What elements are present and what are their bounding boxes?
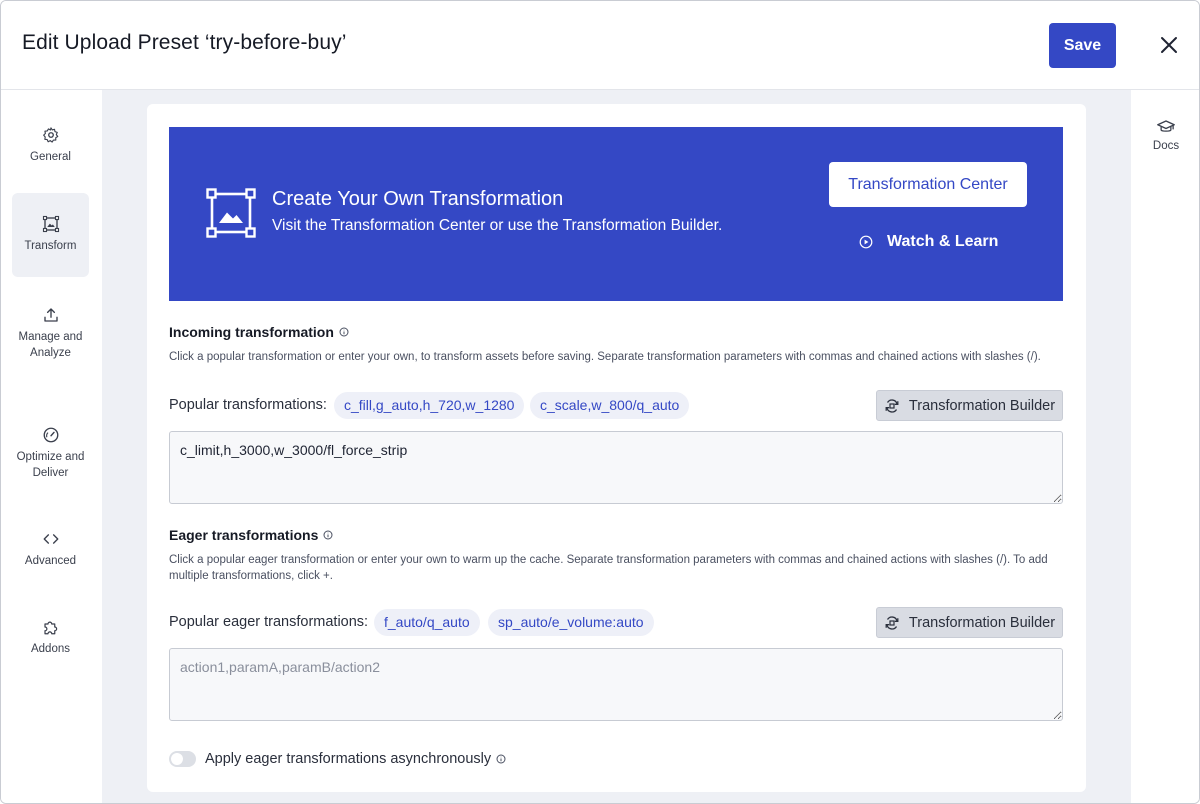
- sidebar-item-label: Manage and Analyze: [18, 331, 83, 359]
- gear-icon: [42, 127, 58, 143]
- eager-transformation-builder-button[interactable]: Transformation Builder: [876, 607, 1063, 638]
- async-toggle-label: Apply eager transformations asynchronous…: [205, 751, 492, 767]
- code-icon: [43, 534, 58, 544]
- puzzle-icon: [43, 621, 57, 635]
- eager-chip[interactable]: f_auto/q_auto: [374, 609, 480, 636]
- docs-link[interactable]: Docs: [1131, 119, 1199, 152]
- image-frame-icon: [206, 188, 256, 238]
- watch-learn-link[interactable]: Watch & Learn: [859, 233, 998, 251]
- sidebar-item-addons[interactable]: Addons: [12, 618, 89, 656]
- transformation-chip[interactable]: c_fill,g_auto,h_720,w_1280: [334, 392, 525, 419]
- sidebar-item-advanced[interactable]: Advanced: [12, 530, 89, 568]
- transformation-center-button[interactable]: Transformation Center: [829, 162, 1027, 207]
- sidebar: General Transform Manage and Analyze Opt…: [1, 90, 102, 803]
- play-circle-icon: [859, 235, 873, 249]
- gauge-icon: [43, 427, 58, 443]
- builder-icon: [885, 615, 899, 630]
- right-rail: Docs: [1131, 90, 1199, 803]
- page-title: Edit Upload Preset ‘try-before-buy’: [22, 31, 347, 54]
- sidebar-item-manage-analyze[interactable]: Manage and Analyze: [12, 306, 89, 376]
- info-icon[interactable]: [323, 530, 333, 540]
- transformation-banner: [169, 127, 1063, 301]
- save-button[interactable]: Save: [1049, 23, 1116, 68]
- sidebar-item-general[interactable]: General: [12, 126, 89, 170]
- sidebar-item-transform[interactable]: Transform: [12, 193, 89, 277]
- incoming-title-text: Incoming transformation: [169, 324, 334, 340]
- sidebar-item-label: Addons: [30, 643, 70, 655]
- docs-label: Docs: [1152, 140, 1180, 152]
- builder-icon: [885, 398, 899, 413]
- info-icon[interactable]: [496, 754, 506, 764]
- eager-title-text: Eager transformations: [169, 527, 319, 543]
- banner-subtitle: Visit the Transformation Center or use t…: [272, 217, 723, 234]
- watch-learn-label: Watch & Learn: [887, 233, 999, 250]
- eager-title: Eager transformations: [169, 527, 333, 543]
- transformation-builder-button[interactable]: Transformation Builder: [876, 390, 1063, 421]
- popular-eager-label: Popular eager transformations:: [169, 614, 369, 630]
- upload-icon: [43, 308, 58, 322]
- eager-transformation-input[interactable]: [169, 648, 1063, 721]
- transform-icon: [42, 215, 59, 233]
- popular-transformations-label: Popular transformations:: [169, 397, 327, 413]
- eager-chip[interactable]: sp_auto/e_volume:auto: [488, 609, 654, 636]
- async-toggle[interactable]: [169, 751, 196, 767]
- incoming-description: Click a popular transformation or enter …: [169, 351, 1041, 363]
- close-icon[interactable]: [1157, 33, 1181, 57]
- info-icon[interactable]: [339, 327, 349, 337]
- modal-frame: Edit Upload Preset ‘try-before-buy’ Save…: [0, 0, 1200, 804]
- eager-description: Click a popular eager transformation or …: [169, 554, 1048, 582]
- incoming-transformation-input[interactable]: c_limit,h_3000,w_3000/fl_force_strip: [169, 431, 1063, 504]
- builder-label: Transformation Builder: [908, 614, 1056, 631]
- toggle-knob: [171, 753, 183, 765]
- sidebar-item-label: General: [30, 151, 71, 163]
- graduation-cap-icon: [1157, 120, 1175, 132]
- async-toggle-row: Apply eager transformations asynchronous…: [169, 751, 506, 767]
- banner-title: Create Your Own Transformation: [272, 188, 564, 210]
- header: Edit Upload Preset ‘try-before-buy’ Save: [1, 1, 1199, 90]
- sidebar-item-optimize-deliver[interactable]: Optimize and Deliver: [12, 426, 89, 479]
- transformation-chip[interactable]: c_scale,w_800/q_auto: [530, 392, 690, 419]
- sidebar-item-label: Optimize and Deliver: [16, 451, 85, 479]
- sidebar-item-label: Transform: [24, 240, 77, 252]
- sidebar-item-label: Advanced: [24, 555, 77, 567]
- incoming-title: Incoming transformation: [169, 324, 349, 340]
- builder-label: Transformation Builder: [908, 397, 1056, 414]
